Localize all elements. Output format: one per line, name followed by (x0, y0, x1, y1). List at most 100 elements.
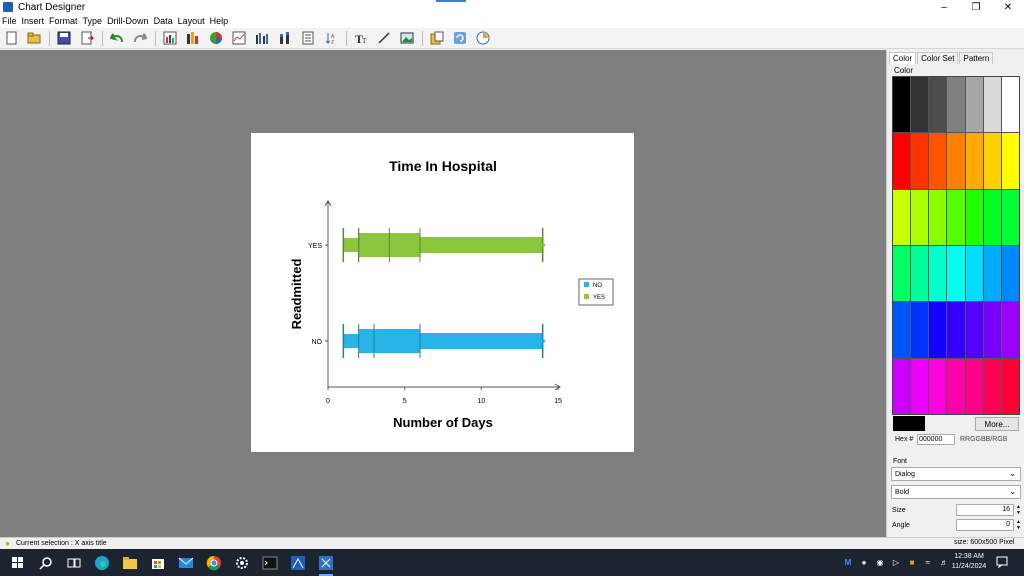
tools-icon[interactable]: ▷ (890, 557, 902, 569)
color-swatch[interactable] (965, 77, 983, 133)
search-icon[interactable] (32, 549, 60, 576)
open-folder-icon[interactable] (26, 30, 42, 46)
refresh-icon[interactable] (452, 30, 468, 46)
color-swatch[interactable] (965, 302, 983, 358)
color-swatch[interactable] (983, 302, 1001, 358)
chrome-icon[interactable] (200, 549, 228, 576)
paste-chart-icon[interactable] (429, 30, 445, 46)
wifi-icon[interactable]: ≈ (922, 557, 934, 569)
menu-help[interactable]: Help (210, 16, 229, 26)
data-sheet-icon[interactable] (300, 30, 316, 46)
windows-start-icon[interactable] (4, 549, 32, 576)
close-button[interactable]: ✕ (992, 0, 1024, 14)
settings-gear-icon[interactable] (228, 549, 256, 576)
mail-icon[interactable] (172, 549, 200, 576)
edge-browser-icon[interactable] (88, 549, 116, 576)
color-swatch[interactable] (965, 245, 983, 302)
color-swatch[interactable] (1001, 358, 1019, 414)
insert-image-icon[interactable] (399, 30, 415, 46)
menu-insert[interactable]: Insert (22, 16, 45, 26)
chart-app-icon[interactable] (284, 549, 312, 576)
font-size-stepper[interactable]: 16 (956, 504, 1014, 516)
text-format-icon[interactable]: TT (353, 30, 369, 46)
color-swatch[interactable] (893, 245, 911, 302)
color-swatch[interactable] (965, 133, 983, 189)
menu-data[interactable]: Data (154, 16, 173, 26)
color-swatch[interactable] (947, 245, 965, 302)
color-swatch[interactable] (983, 358, 1001, 414)
color-swatch[interactable] (893, 77, 911, 133)
redo-icon[interactable] (132, 30, 148, 46)
menu-format[interactable]: Format (49, 16, 78, 26)
terminal-icon[interactable] (256, 549, 284, 576)
menu-file[interactable]: File (2, 16, 17, 26)
file-explorer-icon[interactable] (116, 549, 144, 576)
menu-type[interactable]: Type (83, 16, 103, 26)
minimize-button[interactable]: – (928, 0, 960, 14)
bar-chart-icon[interactable] (185, 30, 201, 46)
color-swatch[interactable] (929, 77, 947, 133)
notifications-icon[interactable] (996, 556, 1008, 569)
network-icon[interactable]: ◉ (874, 557, 886, 569)
menu-drill-down[interactable]: Drill-Down (107, 16, 149, 26)
color-swatch[interactable] (965, 189, 983, 245)
store-icon[interactable] (144, 549, 172, 576)
tab-color-set[interactable]: Color Set (917, 52, 959, 64)
color-swatch[interactable] (893, 189, 911, 245)
color-swatch[interactable] (983, 189, 1001, 245)
color-swatch[interactable] (1001, 302, 1019, 358)
color-swatch[interactable] (983, 245, 1001, 302)
font-style-select[interactable]: Bold ⌄ (891, 485, 1021, 499)
sort-icon[interactable]: AZ (323, 30, 339, 46)
color-swatch[interactable] (983, 133, 1001, 189)
chart-wizard-icon[interactable] (475, 30, 491, 46)
box-plot-chart[interactable]: Time In Hospital 0 5 10 15 NO YES Number of Day… (251, 133, 634, 452)
color-swatch[interactable] (911, 133, 929, 189)
hex-input[interactable]: 000000 (917, 434, 955, 445)
menu-layout[interactable]: Layout (178, 16, 205, 26)
tab-color[interactable]: Color (889, 52, 917, 64)
security-icon[interactable]: ● (858, 557, 870, 569)
color-swatch[interactable] (929, 302, 947, 358)
color-swatch[interactable] (1001, 245, 1019, 302)
chart-table-icon[interactable] (162, 30, 178, 46)
color-swatch[interactable] (929, 245, 947, 302)
task-view-icon[interactable] (60, 549, 88, 576)
color-swatch[interactable] (929, 189, 947, 245)
color-swatch[interactable] (929, 133, 947, 189)
color-swatch[interactable] (947, 302, 965, 358)
color-swatch[interactable] (893, 358, 911, 414)
design-canvas[interactable]: Time In Hospital 0 5 10 15 NO YES Number of Day… (0, 50, 886, 537)
export-icon[interactable] (79, 30, 95, 46)
color-swatch[interactable] (947, 358, 965, 414)
system-clock[interactable]: 12:38 AM 11/24/2024 (948, 552, 990, 572)
color-swatch[interactable] (893, 302, 911, 358)
chart-designer-icon[interactable] (312, 549, 340, 576)
more-colors-button[interactable]: More... (975, 417, 1019, 431)
undo-icon[interactable] (109, 30, 125, 46)
line-chart-icon[interactable] (231, 30, 247, 46)
color-swatch[interactable] (911, 189, 929, 245)
size-spin-arrows[interactable]: ▲ ▼ (1015, 504, 1022, 516)
color-swatch[interactable] (911, 77, 929, 133)
pie-chart-icon[interactable] (208, 30, 224, 46)
color-swatch[interactable] (1001, 133, 1019, 189)
color-swatch[interactable] (947, 133, 965, 189)
color-swatch[interactable] (947, 77, 965, 133)
column-chart-icon[interactable] (254, 30, 270, 46)
save-icon[interactable] (56, 30, 72, 46)
maximize-button[interactable]: ❐ (960, 0, 992, 14)
color-swatch[interactable] (911, 302, 929, 358)
color-swatch[interactable] (929, 358, 947, 414)
color-swatch[interactable] (1001, 189, 1019, 245)
color-swatch[interactable] (983, 77, 1001, 133)
new-document-icon[interactable] (3, 30, 19, 46)
font-family-select[interactable]: Dialog ⌄ (891, 467, 1021, 481)
color-swatch[interactable] (911, 245, 929, 302)
color-swatch[interactable] (965, 358, 983, 414)
draw-line-icon[interactable] (376, 30, 392, 46)
color-swatch[interactable] (893, 133, 911, 189)
angle-spin-arrows[interactable]: ▲ ▼ (1015, 519, 1022, 531)
color-swatch[interactable] (911, 358, 929, 414)
stacked-chart-icon[interactable] (277, 30, 293, 46)
